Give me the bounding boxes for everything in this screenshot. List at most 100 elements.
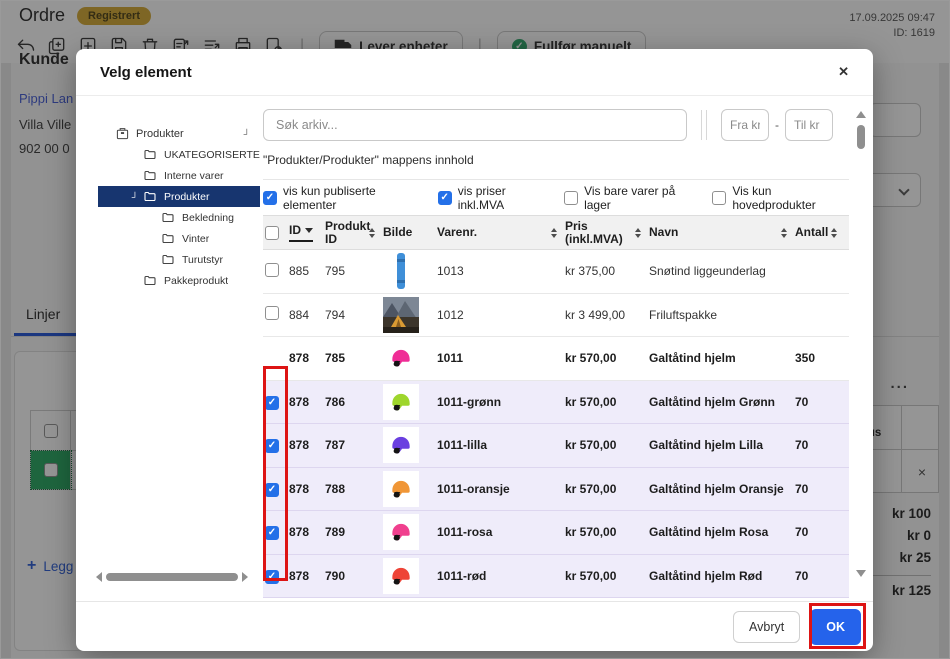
table-row[interactable]: 878 785 1011 kr 570,00 Galtåtind hjelm 3… (263, 337, 849, 381)
row-checkbox[interactable] (265, 439, 279, 453)
cell-image (381, 558, 435, 594)
row-checkbox-cell (263, 350, 287, 367)
tree-item[interactable]: Pakkeprodukt (98, 270, 262, 291)
cell-pris: kr 570,00 (563, 482, 647, 496)
filter-checkbox[interactable] (712, 191, 726, 205)
select-all-checkbox[interactable] (265, 226, 279, 240)
tree-item[interactable]: Interne varer (98, 165, 262, 186)
filter-checkbox[interactable] (263, 191, 277, 205)
tree-item[interactable]: Bekledning (98, 207, 262, 228)
price-to-input[interactable] (785, 109, 833, 141)
price-separator: - (775, 118, 779, 132)
dialog-header: Velg element ✕ (76, 49, 873, 96)
sort-icon (635, 228, 641, 238)
dialog-content: - "Produkter/Produkter" mappens innhold … (263, 97, 849, 601)
tree-item[interactable]: UKATEGORISERTE VARER (98, 144, 262, 165)
tree-horizontal-scrollbar[interactable] (96, 571, 248, 583)
tree-item-label: Interne varer (164, 170, 224, 182)
scroll-down-icon[interactable] (856, 570, 866, 577)
column-header-id[interactable]: ID (287, 222, 323, 244)
row-checkbox[interactable] (265, 570, 279, 584)
cell-product-id: 788 (323, 482, 381, 496)
column-header-varenr[interactable]: Varenr. (435, 224, 563, 241)
sort-icon (551, 228, 557, 238)
scrollbar-thumb[interactable] (106, 573, 238, 581)
scroll-right-icon[interactable] (242, 572, 248, 582)
folder-icon (162, 254, 177, 265)
table-row[interactable]: 884 794 1012 kr 3 499,00 Friluftspakke (263, 294, 849, 338)
close-icon[interactable]: ✕ (838, 64, 849, 80)
tree-item[interactable]: ┘ Produkter (98, 186, 260, 207)
scrollbar-thumb[interactable] (857, 125, 865, 149)
filter-label: vis kun publiserte elementer (283, 184, 422, 212)
column-header-antall[interactable]: Antall (793, 224, 839, 241)
column-header-bilde[interactable]: Bilde (381, 224, 435, 241)
folder-icon (144, 149, 159, 160)
tree-expander-icon[interactable]: ┘ (126, 192, 144, 202)
folder-content-caption: "Produkter/Produkter" mappens innhold (263, 153, 849, 167)
cell-id: 878 (287, 525, 323, 539)
filter-checkbox-item[interactable]: Vis kun hovedprodukter (712, 184, 849, 212)
tree-expander-icon[interactable]: ┘ (244, 129, 250, 139)
cell-antall: 70 (793, 525, 839, 539)
table-row[interactable]: 878 787 1011-lilla kr 570,00 Galtåtind h… (263, 424, 849, 468)
scroll-up-icon[interactable] (856, 111, 866, 118)
cell-navn: Galtåtind hjelm Rosa (647, 525, 793, 539)
tree-item[interactable]: Turutstyr (98, 249, 262, 270)
cell-varenr: 1011-oransje (435, 482, 563, 496)
column-header-navn[interactable]: Navn (647, 224, 793, 241)
tree-item-label: Vinter (182, 233, 209, 245)
helmet-image (383, 384, 419, 420)
cell-image (381, 384, 435, 420)
helmet-image (383, 558, 419, 594)
tree-item[interactable]: Vinter (98, 228, 262, 249)
vertical-scrollbar[interactable] (855, 109, 867, 581)
filter-checkbox[interactable] (438, 191, 452, 205)
cell-id: 884 (287, 308, 323, 322)
ok-button[interactable]: OK (810, 609, 861, 645)
row-checkbox[interactable] (265, 396, 279, 410)
scroll-left-icon[interactable] (96, 572, 102, 582)
table-row[interactable]: 878 790 1011-rød kr 570,00 Galtåtind hje… (263, 555, 849, 599)
folder-tree: Produkter ┘ UKATEGORISERTE VARER Interne… (76, 123, 262, 291)
select-element-dialog: Velg element ✕ Produkter ┘ UKATEGORISERT… (76, 49, 873, 651)
filter-checkbox-item[interactable]: vis priser inkl.MVA (438, 184, 548, 212)
cell-id: 878 (287, 395, 323, 409)
row-checkbox-cell (263, 394, 287, 410)
search-divider (701, 110, 707, 140)
helmet-image (383, 427, 419, 463)
table-row[interactable]: 885 795 1013 kr 375,00 Snøtind liggeunde… (263, 250, 849, 294)
cell-pris: kr 570,00 (563, 569, 647, 583)
cancel-button[interactable]: Avbryt (733, 611, 800, 643)
folder-icon (144, 170, 159, 181)
cell-product-id: 787 (323, 438, 381, 452)
cell-product-id: 785 (323, 351, 381, 365)
content-divider (263, 179, 849, 180)
cell-antall: 70 (793, 482, 839, 496)
filter-checkbox[interactable] (564, 191, 578, 205)
cell-antall: 70 (793, 438, 839, 452)
filter-checkbox-item[interactable]: Vis bare varer på lager (564, 184, 696, 212)
table-row[interactable]: 878 789 1011-rosa kr 570,00 Galtåtind hj… (263, 511, 849, 555)
folder-icon (162, 212, 177, 223)
table-header-row: ID Produkt ID Bilde Varenr. Pris (inkl (263, 216, 849, 250)
column-header-pris[interactable]: Pris (inkl.MVA) (563, 218, 647, 248)
filter-checkbox-item[interactable]: vis kun publiserte elementer (263, 184, 422, 212)
cell-image (381, 514, 435, 550)
price-from-input[interactable] (721, 109, 769, 141)
cell-pris: kr 570,00 (563, 395, 647, 409)
row-checkbox[interactable] (265, 263, 279, 277)
column-header-product-id[interactable]: Produkt ID (323, 218, 381, 248)
row-checkbox[interactable] (265, 306, 279, 320)
search-input[interactable] (263, 109, 687, 141)
row-checkbox[interactable] (265, 526, 279, 540)
cell-id: 878 (287, 569, 323, 583)
cell-product-id: 786 (323, 395, 381, 409)
cell-varenr: 1011-rosa (435, 525, 563, 539)
table-row[interactable]: 878 786 1011-grønn kr 570,00 Galtåtind h… (263, 381, 849, 425)
row-checkbox-cell (263, 263, 287, 280)
tree-item[interactable]: Produkter ┘ (98, 123, 262, 144)
table-row[interactable]: 878 788 1011-oransje kr 570,00 Galtåtind… (263, 468, 849, 512)
screen: Ordre Registrert 17.09.2025 09:47 ID: 16… (0, 0, 950, 659)
row-checkbox[interactable] (265, 483, 279, 497)
